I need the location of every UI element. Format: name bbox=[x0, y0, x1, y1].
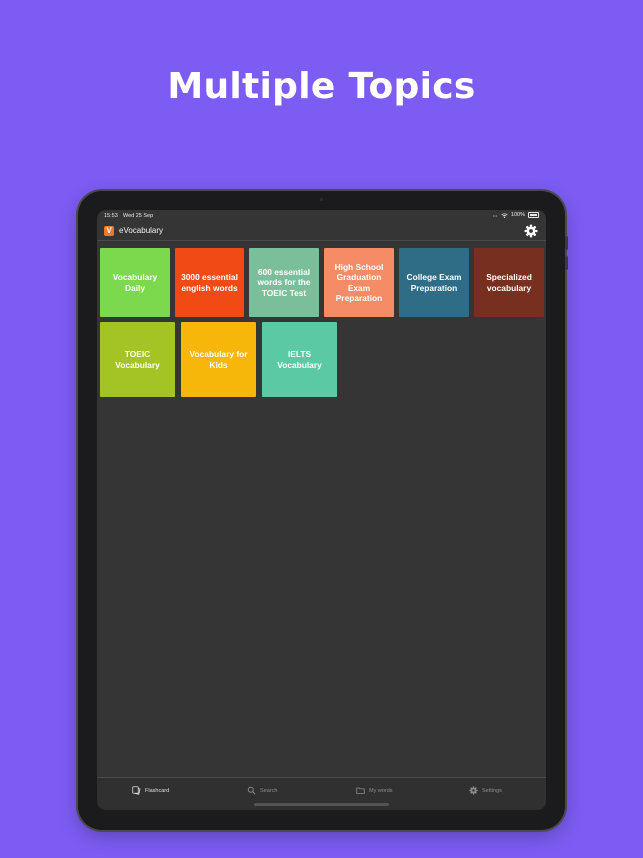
search-icon bbox=[247, 786, 256, 795]
battery-percent: 100% bbox=[510, 212, 525, 218]
topic-tile[interactable]: 3000 essential english words bbox=[175, 248, 244, 317]
status-indicators: •• 100% bbox=[493, 212, 539, 218]
app-logo: V bbox=[104, 226, 114, 236]
volume-button bbox=[565, 256, 568, 270]
tab-label: Flashcard bbox=[145, 787, 170, 794]
topic-tile[interactable]: High School Graduation Exam Preparation bbox=[324, 248, 394, 317]
app-title: eVocabulary bbox=[119, 226, 164, 235]
tab-flashcard[interactable]: Flashcard bbox=[132, 786, 169, 795]
volume-button bbox=[565, 236, 568, 250]
tab-label: My words bbox=[369, 787, 393, 794]
gear-icon[interactable] bbox=[524, 224, 538, 238]
topic-tile[interactable]: Specialized vocabulary bbox=[474, 248, 544, 317]
app-screen: 15:53 Wed 25 Sep •• 100% V eVocabulary V… bbox=[97, 210, 546, 810]
home-indicator bbox=[254, 803, 389, 806]
wifi-icon bbox=[501, 212, 508, 218]
topic-tile[interactable]: Vocabulary for Kids bbox=[181, 322, 256, 397]
gear-icon bbox=[469, 786, 478, 795]
folder-icon bbox=[356, 787, 365, 794]
topic-tile[interactable]: College Exam Preparation bbox=[399, 248, 469, 317]
tab-label: Search bbox=[260, 787, 278, 794]
topic-tile[interactable]: Vocabulary Daily bbox=[100, 248, 170, 317]
tab-my-words[interactable]: My words bbox=[356, 786, 393, 795]
tab-label: Settings bbox=[482, 787, 502, 794]
status-bar: 15:53 Wed 25 Sep •• 100% bbox=[97, 210, 546, 222]
topic-tile[interactable]: 600 essential words for the TOEIC Test bbox=[249, 248, 319, 317]
topic-tile[interactable]: TOEIC Vocabulary bbox=[100, 322, 175, 397]
flashcard-icon bbox=[132, 786, 141, 795]
status-time: 15:53 bbox=[104, 213, 118, 219]
tab-settings[interactable]: Settings bbox=[469, 786, 502, 795]
headline: Multiple Topics bbox=[167, 66, 476, 107]
battery-icon bbox=[528, 212, 539, 218]
camera-dot bbox=[320, 198, 323, 201]
topic-tile[interactable]: IELTS Vocabulary bbox=[262, 322, 337, 397]
signal-icon: •• bbox=[493, 212, 498, 218]
status-date: Wed 25 Sep bbox=[123, 213, 154, 219]
tab-search[interactable]: Search bbox=[247, 786, 277, 795]
app-bar: V eVocabulary bbox=[97, 223, 546, 241]
